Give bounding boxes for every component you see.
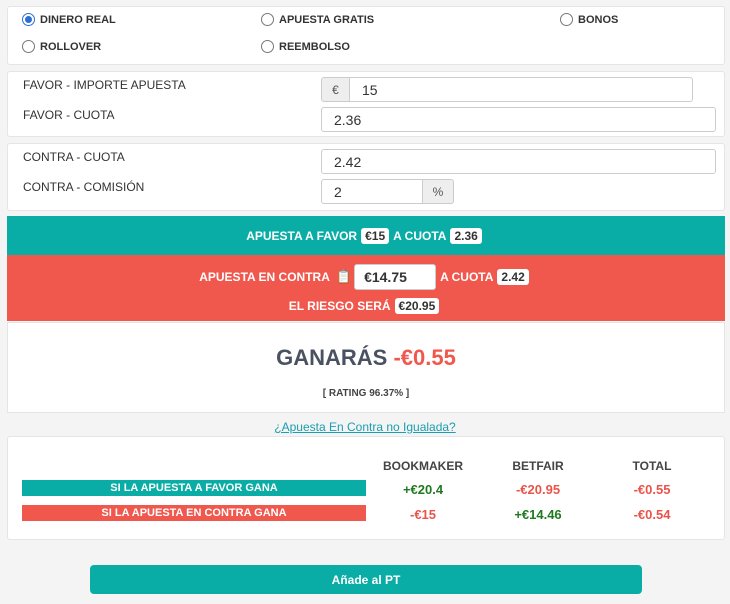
contra-commission-input[interactable]: 2 — [321, 179, 423, 204]
contra-wins-bookmaker: -€15 — [409, 507, 437, 522]
favor-stake-input[interactable]: 15 — [349, 77, 693, 102]
favor-odds-pill: 2.36 — [450, 227, 482, 244]
currency-addon: € — [321, 77, 350, 102]
contra-band-odds-text: A CUOTA — [440, 270, 494, 284]
row-label-contra-wins: SI LA APUESTA EN CONTRA GANA — [22, 505, 366, 521]
favor-wins-bookmaker: +€20.4 — [402, 482, 444, 497]
result-box: GANARÁS -€0.55 [ RATING 96.37% ] — [7, 322, 725, 413]
contra-commission-label: CONTRA - COMISIÓN — [23, 180, 145, 194]
header-betfair: BETFAIR — [512, 459, 564, 473]
radio-bonos[interactable]: BONOS — [560, 13, 618, 26]
percent-addon: % — [422, 179, 454, 204]
favor-summary-band: APUESTA A FAVOR €15 A CUOTA 2.36 — [7, 216, 725, 255]
win-value: -€0.55 — [393, 345, 456, 370]
radio-label: ROLLOVER — [40, 40, 102, 53]
radio-label: BONOS — [578, 13, 619, 26]
favor-odds-input[interactable]: 2.36 — [321, 107, 716, 132]
radio-label: REEMBOLSO — [279, 40, 350, 53]
favor-stake-pill: €15 — [361, 227, 390, 244]
contra-wins-total: -€0.54 — [633, 507, 671, 522]
favor-band-text: APUESTA A FAVOR — [246, 228, 358, 243]
radio-label: APUESTA GRATIS — [279, 13, 375, 26]
header-total: TOTAL — [632, 459, 672, 473]
radio-label: DINERO REAL — [40, 13, 116, 26]
risk-pill: €20.95 — [394, 298, 440, 314]
radio-unchecked-icon — [261, 40, 274, 53]
favor-odds-label: FAVOR - CUOTA — [23, 108, 115, 122]
unmatched-bet-link[interactable]: ¿Apuesta En Contra no Igualada? — [0, 420, 730, 434]
radio-checked-icon — [22, 13, 35, 26]
radio-unchecked-icon — [261, 13, 274, 26]
radio-rollover[interactable]: ROLLOVER — [22, 40, 101, 53]
win-label: GANARÁS — [276, 345, 388, 370]
contra-stake-input[interactable]: €14.75 — [354, 264, 437, 290]
rating-text: [ RATING 96.37% ] — [322, 388, 410, 399]
favor-stake-label: FAVOR - IMPORTE APUESTA — [23, 78, 186, 92]
radio-unchecked-icon — [560, 13, 573, 26]
radio-dinero-real[interactable]: DINERO REAL — [22, 13, 116, 26]
contra-summary-band: APUESTA EN CONTRA 📋 €14.75 A CUOTA 2.42 … — [7, 255, 725, 321]
radio-reembolso[interactable]: REEMBOLSO — [261, 40, 350, 53]
win-text: GANARÁS -€0.55 — [8, 345, 724, 371]
risk-text: EL RIESGO SERÁ — [288, 299, 391, 313]
row-label-favor-wins: SI LA APUESTA A FAVOR GANA — [22, 480, 366, 496]
contra-odds-label: CONTRA - CUOTA — [23, 150, 125, 164]
add-to-pt-button[interactable]: Añade al PT — [90, 565, 642, 594]
favor-wins-betfair: -€20.95 — [515, 482, 561, 497]
contra-band-text: APUESTA EN CONTRA — [199, 270, 330, 284]
contra-odds-input[interactable]: 2.42 — [321, 149, 716, 174]
header-bookmaker: BOOKMAKER — [383, 459, 463, 473]
copy-icon[interactable]: 📋 — [336, 269, 352, 285]
favor-band-odds-text: A CUOTA — [393, 228, 447, 243]
radio-apuesta-gratis[interactable]: APUESTA GRATIS — [261, 13, 374, 26]
radio-unchecked-icon — [22, 40, 35, 53]
contra-wins-betfair: +€14.46 — [514, 507, 562, 522]
contra-odds-pill: 2.42 — [497, 269, 529, 285]
favor-wins-total: -€0.55 — [633, 482, 671, 497]
